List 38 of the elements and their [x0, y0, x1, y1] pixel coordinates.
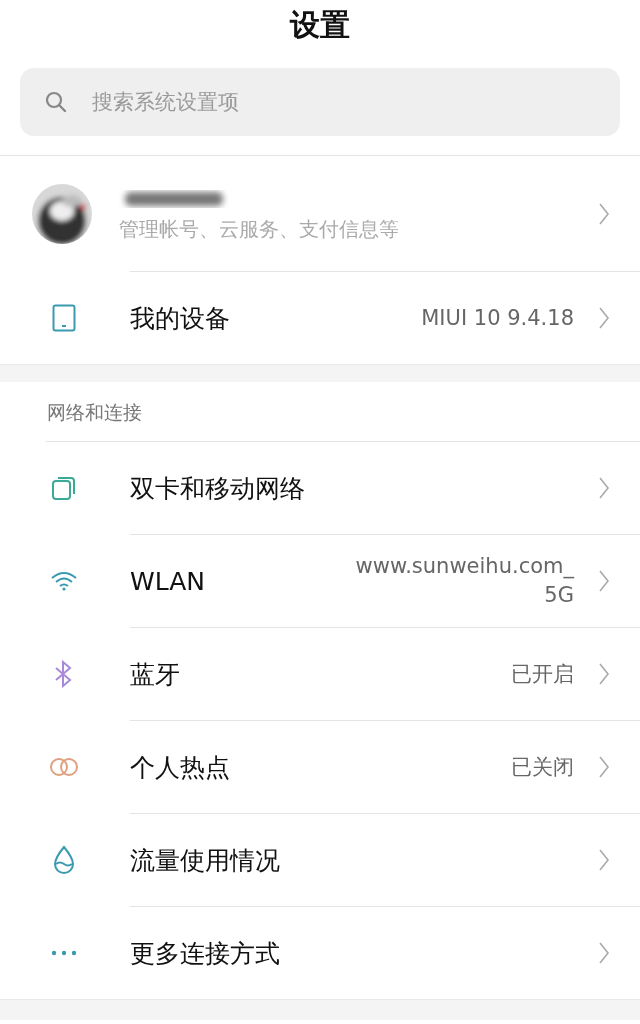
row-label: 我的设备: [130, 302, 231, 335]
chevron-right-icon: [598, 569, 610, 593]
settings-row[interactable]: 蓝牙 已开启: [0, 628, 640, 720]
water-drop-icon: [51, 845, 76, 875]
wifi-icon: [49, 571, 78, 591]
settings-row[interactable]: 流量使用情况: [0, 814, 640, 906]
sim-cards-icon: [50, 475, 77, 501]
account-subtitle: 管理帐号、云服务、支付信息等: [119, 216, 400, 243]
row-value: MIUI 10 9.4.18: [421, 306, 574, 330]
chevron-right-icon: [598, 476, 610, 500]
page-title: 设置: [288, 6, 351, 44]
row-value: 已开启: [511, 660, 574, 688]
row-value: 已关闭: [511, 753, 574, 781]
row-label: 更多连接方式: [130, 937, 281, 970]
phone-icon: [51, 304, 76, 332]
chevron-right-icon: [598, 941, 610, 965]
settings-row[interactable]: 双卡和移动网络: [0, 442, 640, 534]
search-bar[interactable]: 搜索系统设置项: [20, 68, 620, 136]
section-header: 网络和连接: [46, 400, 143, 425]
settings-row[interactable]: WLAN www.sunweihu.com_ 5G: [0, 535, 640, 627]
chevron-right-icon: [598, 755, 610, 779]
row-label: 个人热点: [130, 751, 231, 784]
chevron-right-icon: [598, 662, 610, 686]
chevron-right-icon: [598, 306, 610, 330]
row-label: 蓝牙: [130, 658, 181, 691]
search-field[interactable]: 搜索系统设置项: [90, 89, 596, 115]
my-device-row[interactable]: 我的设备 MIUI 10 9.4.18: [0, 272, 640, 364]
more-icon: [50, 950, 77, 956]
linked-rings-icon: [48, 757, 79, 777]
chevron-right-icon: [598, 848, 610, 872]
row-label: WLAN: [130, 566, 207, 596]
search-icon: [44, 90, 68, 114]
row-value: www.sunweihu.com_ 5G: [355, 553, 574, 609]
row-label: 双卡和移动网络: [130, 472, 306, 505]
chevron-right-icon: [598, 201, 610, 226]
settings-row[interactable]: 更多连接方式: [0, 907, 640, 999]
row-label: 流量使用情况: [130, 844, 281, 877]
settings-row[interactable]: 个人热点 已关闭: [0, 721, 640, 813]
